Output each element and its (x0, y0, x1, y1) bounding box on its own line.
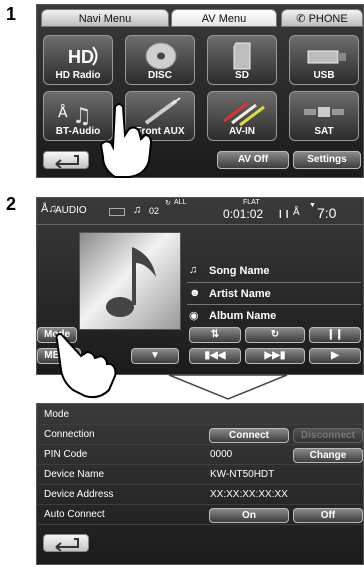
song-note-icon: ♫ (189, 264, 198, 276)
auto-connect-off-button[interactable]: Off (293, 508, 363, 523)
tile-sat-label: SAT (314, 126, 334, 137)
album-art (79, 232, 181, 330)
satellite-icon (304, 107, 344, 117)
auto-connect-label: Auto Connect (44, 509, 105, 520)
av-off-button[interactable]: AV Off (217, 151, 289, 169)
bt-audio-panel: Å♫ AUDIO ♫ 02 ↻ ALL FLAT 0:01:02 ❙❙ Å ▼ … (36, 197, 364, 399)
battery-icon (109, 208, 125, 216)
hd-radio-icon: HD (68, 46, 98, 67)
tab-navi-menu[interactable]: Navi Menu (41, 9, 169, 27)
tile-av-in-label: AV-IN (229, 126, 255, 137)
artist-name: Artist Name (209, 288, 271, 300)
pointing-hand-icon (99, 103, 153, 178)
back-button[interactable] (43, 151, 89, 169)
down-button[interactable]: ▼ (131, 348, 179, 364)
change-button[interactable]: Change (293, 448, 363, 463)
disc-icon (145, 42, 177, 70)
tile-disc-label: DISC (148, 70, 172, 81)
phone-icon: ✆ (296, 13, 306, 25)
status-bar: Å♫ AUDIO ♫ 02 ↻ ALL FLAT 0:01:02 ❙❙ Å ▼ … (37, 198, 363, 225)
music-note-icon: ♫ (133, 204, 142, 216)
source-label: AUDIO (55, 205, 87, 216)
pause-button[interactable]: ❙❙ (309, 327, 361, 343)
tab-phone[interactable]: ✆ PHONE (281, 9, 363, 27)
tile-hd-radio-label: HD Radio (55, 70, 101, 81)
tab-av-menu[interactable]: AV Menu (171, 9, 277, 27)
device-address-label: Device Address (44, 489, 114, 500)
signal-icon: ▼ (309, 202, 316, 209)
pause-status-icon: ❙❙ (277, 209, 291, 218)
eq-label: FLAT (243, 199, 260, 206)
track-number: 02 (149, 206, 160, 216)
mode-title-row: Mode (38, 406, 362, 425)
info-divider-1 (187, 282, 361, 283)
elapsed-time: 0:01:02 (223, 207, 264, 221)
repeat-icon: ↻ (165, 200, 171, 207)
settings-button[interactable]: Settings (293, 151, 361, 169)
row-device-name: Device Name KW-NT50HDT (38, 466, 362, 485)
bluetooth-status-icon: Å (293, 207, 300, 218)
device-address-value: XX:XX:XX:XX:XX (210, 489, 288, 500)
auto-connect-on-button[interactable]: On (209, 508, 289, 523)
down-arrow-icon (168, 374, 288, 400)
step-number-1: 1 (6, 4, 17, 24)
repeat-button[interactable]: ↻ (245, 327, 305, 343)
mode-back-button[interactable] (43, 534, 89, 552)
shuffle-button[interactable]: ⇅ (189, 327, 241, 343)
svg-text:HD: HD (68, 47, 94, 67)
tile-disc[interactable]: DISC (125, 35, 195, 85)
album-icon: ◉ (189, 310, 199, 322)
pointing-hand-icon-2 (55, 332, 117, 399)
sd-card-icon (233, 42, 251, 70)
back-arrow-icon (55, 155, 79, 169)
tile-av-in[interactable]: AV-IN (207, 91, 277, 141)
device-name-label: Device Name (44, 469, 105, 480)
usb-icon (307, 50, 346, 64)
pin-code-label: PIN Code (44, 449, 88, 460)
clock: 7:0 (317, 205, 337, 221)
artist-icon: ☻ (189, 287, 201, 299)
previous-button[interactable]: ▮◀◀ (189, 348, 241, 364)
step-number-2: 2 (6, 194, 17, 214)
av-cable-icon (223, 101, 265, 127)
next-button[interactable]: ▶▶▮ (245, 348, 305, 364)
pin-code-value: 0000 (210, 449, 233, 460)
disconnect-button[interactable]: Disconnect (293, 428, 363, 443)
connect-button[interactable]: Connect (209, 428, 289, 443)
tile-sd-label: SD (235, 70, 249, 81)
mode-panel: Mode Connection PIN Code 0000 Device Nam… (36, 403, 364, 565)
av-menu-panel: Navi Menu AV Menu ✆ PHONE HD HD Radio DI… (36, 4, 364, 178)
tile-sat[interactable]: SAT (289, 91, 359, 141)
connection-label: Connection (44, 429, 95, 440)
tab-phone-label: PHONE (308, 13, 348, 25)
repeat-label: ALL (174, 199, 187, 206)
back-arrow-icon-2 (55, 538, 79, 552)
tile-sd[interactable]: SD (207, 35, 277, 85)
play-button[interactable]: ▶ (309, 348, 361, 364)
tile-hd-radio[interactable]: HD HD Radio (43, 35, 113, 85)
song-name: Song Name (209, 265, 270, 277)
info-divider-2 (187, 304, 361, 305)
device-name-value: KW-NT50HDT (210, 469, 275, 480)
tile-usb-label: USB (313, 70, 335, 81)
row-device-address: Device Address XX:XX:XX:XX:XX (38, 486, 362, 505)
music-note-art-icon (106, 247, 156, 317)
album-name: Album Name (209, 310, 277, 322)
svg-text:Å: Å (58, 104, 68, 121)
mode-title: Mode (44, 409, 70, 420)
tile-usb[interactable]: USB (289, 35, 359, 85)
